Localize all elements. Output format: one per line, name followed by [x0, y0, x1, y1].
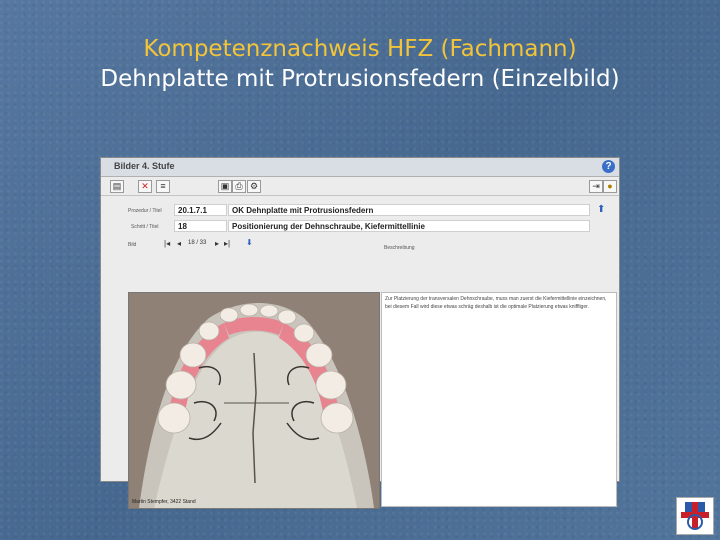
step-title-field[interactable]: Positionierung der Dehnschraube, Kieferm… — [228, 220, 590, 232]
procedure-title-field[interactable]: OK Dehnplatte mit Protrusionsfedern — [228, 204, 590, 216]
list-icon[interactable]: ≡ — [156, 180, 170, 193]
slide-title: Kompetenznachweis HFZ (Fachmann) — [143, 36, 577, 62]
next-icon[interactable]: ▸ — [215, 239, 219, 248]
first-page-icon[interactable]: |◂ — [164, 239, 170, 248]
page-indicator: 18 / 33 — [188, 240, 207, 246]
procedure-label: Prozedur / Titel — [128, 208, 162, 214]
window-titlebar: Bilder 4. Stufe ? — [101, 158, 619, 177]
image-label: Bild — [128, 242, 137, 248]
printer-icon[interactable]: ⎙ — [232, 180, 246, 193]
help-icon[interactable]: ? — [602, 160, 615, 173]
description-box[interactable]: Zur Platzierung der transversalen Dehnsc… — [381, 292, 617, 507]
form-area: Prozedur / Titel 20.1.7.1 OK Dehnplatte … — [101, 196, 619, 509]
logo-icon — [677, 498, 713, 534]
step-label: Schritt / Titel — [131, 224, 159, 230]
preview-icon[interactable]: ▣ — [218, 180, 232, 193]
description-label: Beschreibung — [384, 245, 415, 251]
print-icon[interactable]: ▤ — [110, 180, 124, 193]
previous-icon[interactable]: ◂ — [177, 239, 181, 248]
description-text: Zur Platzierung der transversalen Dehnsc… — [385, 296, 607, 310]
window-title: Bilder 4. Stufe — [114, 161, 175, 171]
lock-icon[interactable]: ● — [603, 180, 617, 193]
photo-credit: Martin Stempfer, 3422 Stand — [132, 499, 196, 505]
procedure-number-field[interactable]: 20.1.7.1 — [174, 204, 227, 216]
last-page-icon[interactable]: ▸| — [224, 239, 230, 248]
dental-plate-illustration — [129, 293, 379, 508]
slide-subtitle: Dehnplatte mit Protrusionsfedern (Einzel… — [100, 66, 620, 92]
dental-model-photo: Martin Stempfer, 3422 Stand — [128, 292, 380, 509]
settings-icon[interactable]: ⚙ — [247, 180, 261, 193]
export-icon[interactable]: ⇥ — [589, 180, 603, 193]
step-number-field[interactable]: 18 — [174, 220, 227, 232]
school-logo — [676, 497, 714, 535]
app-window: Bilder 4. Stufe ? ▤ ✕ ≡ ▣ ⎙ ⚙ ⇥ ● Prozed… — [100, 157, 620, 509]
toolbar: ▤ ✕ ≡ ▣ ⎙ ⚙ ⇥ ● — [101, 177, 619, 196]
arrow-up-icon[interactable]: ⬆ — [597, 204, 605, 215]
download-icon[interactable]: ⬇ — [246, 238, 253, 247]
delete-icon[interactable]: ✕ — [138, 180, 152, 193]
